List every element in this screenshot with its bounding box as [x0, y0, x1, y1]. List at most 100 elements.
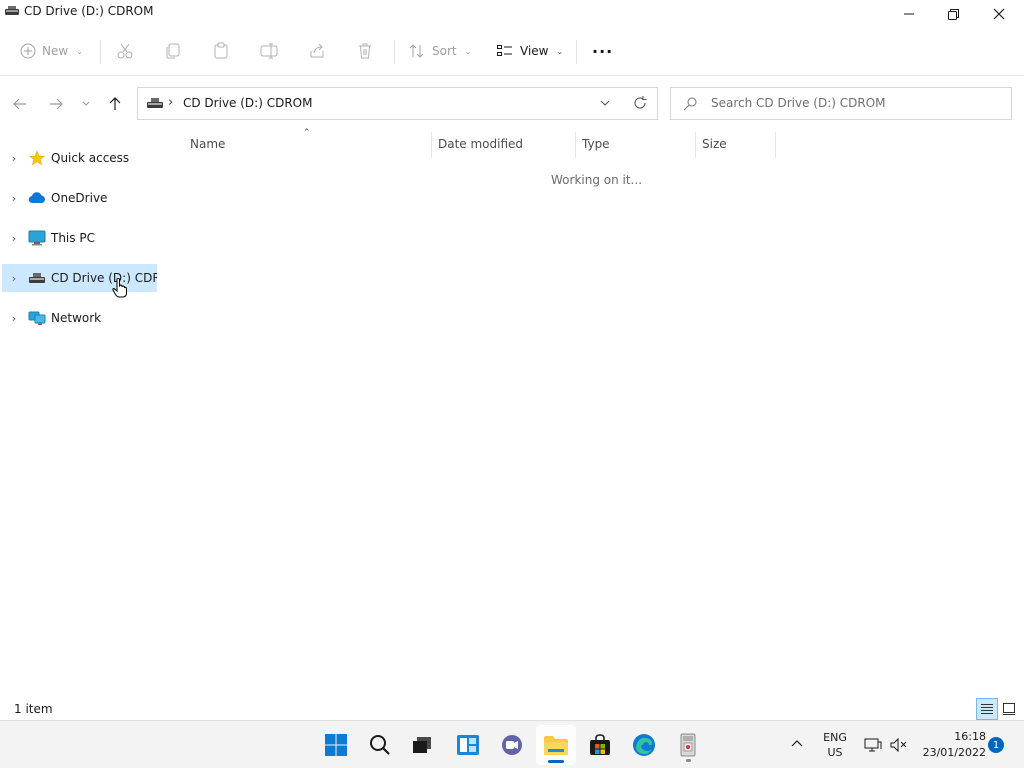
task-view-button[interactable] — [402, 725, 442, 765]
search-input[interactable]: Search CD Drive (D:) CDROM — [711, 96, 886, 110]
cd-drive-icon — [5, 6, 19, 15]
navigation-bar: › CD Drive (D:) CDROM Search CD Drive (D… — [0, 76, 1024, 130]
loading-message: Working on it... — [551, 173, 643, 187]
sort-ascending-icon: ⌃ — [303, 128, 311, 138]
installer-icon — [680, 733, 696, 757]
cloud-icon — [26, 189, 48, 207]
sidebar-item-this-pc[interactable]: › This PC — [2, 224, 157, 252]
column-divider[interactable] — [431, 132, 432, 158]
details-view-button[interactable] — [976, 698, 998, 720]
chevron-right-icon[interactable]: › — [2, 152, 26, 165]
sort-label: Sort — [432, 44, 457, 58]
arrow-right-icon — [50, 98, 63, 110]
network-status-icon[interactable] — [864, 737, 882, 753]
cd-drive-icon — [26, 269, 48, 287]
share-icon — [310, 43, 324, 58]
item-count: 1 item — [14, 702, 53, 716]
large-icons-view-button[interactable] — [998, 698, 1020, 720]
monitor-icon — [26, 229, 48, 247]
notification-badge[interactable]: 1 — [988, 737, 1004, 753]
start-button[interactable] — [316, 725, 356, 765]
share-button[interactable] — [308, 36, 326, 66]
restore-button[interactable] — [930, 0, 976, 28]
language-indicator[interactable]: ENG US — [818, 730, 852, 760]
more-options-button[interactable]: ··· — [592, 36, 613, 66]
forward-button[interactable] — [45, 94, 67, 114]
chat-button[interactable] — [492, 725, 532, 765]
sort-icon — [409, 44, 424, 58]
view-list-icon — [497, 45, 512, 56]
copy-button[interactable] — [164, 36, 182, 66]
divider — [100, 40, 101, 64]
installer-app-button[interactable] — [668, 725, 708, 765]
column-header-size[interactable]: Size — [702, 137, 727, 151]
clock-time: 16:18 — [954, 730, 986, 743]
arrow-left-icon — [13, 98, 26, 110]
details-view-icon — [981, 704, 993, 714]
sidebar-item-quick-access[interactable]: › Quick access — [2, 144, 157, 172]
delete-button[interactable] — [356, 36, 374, 66]
chevron-right-icon[interactable]: › — [2, 272, 26, 285]
rename-button[interactable] — [260, 36, 278, 66]
breadcrumb-current[interactable]: CD Drive (D:) CDROM — [183, 96, 312, 110]
keyboard-region: US — [827, 746, 843, 759]
chevron-right-icon[interactable]: › — [2, 232, 26, 245]
sidebar-item-onedrive[interactable]: › OneDrive — [2, 184, 157, 212]
sidebar-item-cd-drive[interactable]: › CD Drive (D:) CDROM — [2, 264, 157, 292]
breadcrumb-separator[interactable]: › — [168, 95, 173, 110]
chevron-right-icon[interactable]: › — [2, 312, 26, 325]
tiles-view-icon — [1003, 703, 1015, 715]
taskbar-search-button[interactable] — [360, 725, 400, 765]
windows-logo-icon — [325, 734, 347, 756]
store-button[interactable] — [580, 725, 620, 765]
column-header-date-modified[interactable]: Date modified — [438, 137, 523, 151]
sidebar-item-label: Quick access — [51, 151, 130, 165]
hand-cursor-icon — [112, 278, 127, 298]
edge-browser-button[interactable] — [624, 725, 664, 765]
column-header-type[interactable]: Type — [582, 137, 610, 151]
file-explorer-taskbar-button[interactable] — [536, 725, 576, 765]
sidebar-item-label: CD Drive (D:) CDROM — [51, 271, 157, 285]
clock-date: 23/01/2022 — [922, 746, 986, 759]
plus-circle-icon — [20, 43, 36, 59]
chevron-right-icon[interactable]: › — [2, 192, 26, 205]
close-button[interactable] — [976, 0, 1022, 28]
language-code: ENG — [823, 731, 847, 744]
show-hidden-icons-icon[interactable] — [790, 737, 804, 751]
folder-icon — [544, 736, 568, 755]
widgets-button[interactable] — [448, 725, 488, 765]
running-indicator — [686, 759, 691, 762]
search-box[interactable]: Search CD Drive (D:) CDROM — [670, 87, 1012, 120]
recent-locations-button[interactable] — [75, 94, 97, 114]
task-view-icon — [413, 737, 431, 753]
column-divider[interactable] — [695, 132, 696, 158]
chevron-down-icon[interactable] — [598, 96, 612, 110]
widgets-icon — [457, 735, 479, 755]
cut-button[interactable] — [116, 36, 134, 66]
network-icon — [26, 309, 48, 327]
refresh-icon[interactable] — [632, 95, 648, 111]
title-bar: CD Drive (D:) CDROM — [0, 0, 1024, 28]
up-button[interactable] — [104, 94, 126, 114]
view-button[interactable]: View ⌄ — [496, 36, 563, 66]
command-bar: New ⌄ Sort ⌄ View ⌄ ··· — [0, 28, 1024, 76]
sort-button[interactable]: Sort ⌄ — [408, 36, 471, 66]
back-button[interactable] — [9, 94, 31, 114]
clock[interactable]: 16:18 23/01/2022 — [914, 729, 986, 761]
column-divider[interactable] — [575, 132, 576, 158]
close-icon — [993, 8, 1005, 20]
star-icon — [26, 149, 48, 167]
minimize-button[interactable] — [886, 0, 932, 28]
paste-button[interactable] — [212, 36, 230, 66]
column-divider[interactable] — [775, 132, 776, 158]
new-button[interactable]: New ⌄ — [20, 36, 83, 66]
sidebar-item-label: OneDrive — [51, 191, 108, 205]
navigation-pane: › Quick access › OneDrive › This PC › CD… — [0, 138, 157, 698]
divider — [576, 40, 577, 64]
active-indicator — [548, 760, 564, 763]
sidebar-item-network[interactable]: › Network — [2, 304, 157, 332]
window-title: CD Drive (D:) CDROM — [24, 4, 154, 18]
volume-muted-icon[interactable] — [890, 737, 908, 753]
address-bar[interactable]: › CD Drive (D:) CDROM — [137, 87, 658, 120]
column-header-name[interactable]: Name — [190, 137, 225, 151]
